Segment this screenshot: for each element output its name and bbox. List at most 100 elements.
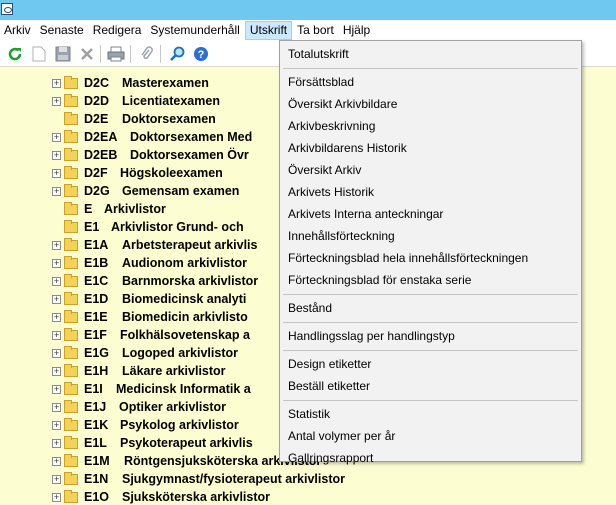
folder-icon — [64, 346, 78, 359]
tree-row-code: D2C — [84, 76, 110, 90]
folder-icon — [64, 418, 78, 431]
menu-item-beställ-etiketter[interactable]: Beställ etiketter — [288, 376, 370, 396]
menu-item-bestånd[interactable]: Bestånd — [288, 298, 332, 318]
new-document-icon[interactable] — [30, 45, 48, 63]
folder-icon — [64, 76, 78, 89]
attach-icon[interactable] — [138, 45, 156, 63]
menu-item-arkivets-historik[interactable]: Arkivets Historik — [288, 182, 374, 202]
tree-row-code: E1K — [84, 418, 109, 432]
folder-icon — [64, 256, 78, 269]
tree-row-code: D2EB — [84, 148, 118, 162]
menu-item-antal-volymer-per-år[interactable]: Antal volymer per år — [288, 426, 395, 446]
menu-item-arkivbeskrivning[interactable]: Arkivbeskrivning — [288, 116, 375, 136]
folder-icon — [64, 328, 78, 341]
menu-item-förteckningsblad-hela-innehållsförteckningen[interactable]: Förteckningsblad hela innehållsförteckni… — [288, 248, 528, 268]
folder-icon — [64, 202, 78, 215]
app-icon — [1, 3, 13, 15]
expand-icon[interactable]: + — [52, 79, 61, 88]
tree-row-code: D2G — [84, 184, 110, 198]
refresh-icon[interactable] — [6, 45, 24, 63]
menu-item-arkivets-interna-anteckningar[interactable]: Arkivets Interna anteckningar — [288, 204, 443, 224]
tree-row-label: Arkivlistor Grund- och — [111, 220, 244, 234]
save-icon[interactable] — [54, 45, 72, 63]
folder-icon — [64, 238, 78, 251]
tree-row-label: Läkare arkivlistor — [122, 364, 226, 378]
menu-ta-bort[interactable]: Ta bort — [293, 21, 338, 40]
menu-item-design-etiketter[interactable]: Design etiketter — [288, 354, 371, 374]
expand-icon[interactable]: + — [52, 385, 61, 394]
expand-icon[interactable]: + — [52, 349, 61, 358]
menu-item-statistik[interactable]: Statistik — [288, 404, 330, 424]
folder-icon — [64, 292, 78, 305]
tree-row-code: E1O — [84, 490, 110, 504]
menu-item-innehållsförteckning[interactable]: Innehållsförteckning — [288, 226, 395, 246]
menu-utskrift[interactable]: Utskrift — [244, 21, 293, 40]
expand-icon[interactable]: + — [52, 367, 61, 376]
menu-separator — [283, 294, 578, 295]
expand-icon[interactable]: + — [52, 475, 61, 484]
tree-row-code: D2EA — [84, 130, 118, 144]
expand-icon[interactable]: + — [52, 187, 61, 196]
help-icon[interactable]: ? — [192, 45, 210, 63]
tree-row-code: E — [84, 202, 93, 216]
tree-row-label: Doktorsexamen Med — [130, 130, 253, 144]
expand-icon[interactable]: + — [52, 421, 61, 430]
expand-icon[interactable]: + — [52, 241, 61, 250]
menu-hjälp[interactable]: Hjälp — [339, 21, 374, 40]
tree-row-label: Sjuksköterska arkivlistor — [122, 490, 270, 504]
delete-icon[interactable] — [78, 45, 96, 63]
tree-row-code: E1L — [84, 436, 107, 450]
search-icon[interactable] — [168, 45, 186, 63]
expand-icon[interactable]: + — [52, 97, 61, 106]
window-title-bar — [0, 0, 616, 20]
menu-redigera[interactable]: Redigera — [89, 21, 146, 40]
menu-item-gallringsrapport[interactable]: Gallringsrapport — [288, 448, 373, 468]
tree-row[interactable]: + E1N Sjukgymnast/fysioterapeut arkivlisto… — [0, 471, 616, 489]
tree-row-label: Logoped arkivlistor — [122, 346, 238, 360]
expand-icon[interactable]: + — [52, 151, 61, 160]
expand-icon[interactable]: + — [52, 277, 61, 286]
menu-item-handlingsslag-per-handlingstyp[interactable]: Handlingsslag per handlingstyp — [288, 326, 455, 346]
expand-icon[interactable]: + — [52, 133, 61, 142]
tree-row-code: E1N — [84, 472, 109, 486]
expand-icon[interactable]: + — [52, 439, 61, 448]
menu-item-arkivbildarens-historik[interactable]: Arkivbildarens Historik — [288, 138, 407, 158]
menu-arkiv[interactable]: Arkiv — [0, 21, 35, 40]
menu-item-totalutskrift[interactable]: Totalutskrift — [288, 44, 349, 64]
menu-item-försättsblad[interactable]: Försättsblad — [288, 72, 354, 92]
expand-icon[interactable]: + — [52, 259, 61, 268]
toolbar-separator — [100, 45, 101, 63]
tree-row-code: D2F — [84, 166, 108, 180]
tree-row-label: Psykoterapeut arkivlis — [120, 436, 253, 450]
expand-icon[interactable]: + — [52, 331, 61, 340]
menu-separator — [283, 68, 578, 69]
tree-row-label: Psykolog arkivlistor — [120, 418, 239, 432]
tree-row-code: E1D — [84, 292, 109, 306]
folder-icon — [64, 94, 78, 107]
menu-item-förteckningsblad-för-enstaka-serie[interactable]: Förteckningsblad för enstaka serie — [288, 270, 471, 290]
tree-row-code: E1G — [84, 346, 110, 360]
tree-row[interactable]: + E1O Sjuksköterska arkivlistor — [0, 489, 616, 505]
expand-icon[interactable]: + — [52, 295, 61, 304]
tree-row-code: D2D — [84, 94, 110, 108]
menu-senaste[interactable]: Senaste — [36, 21, 88, 40]
tree-row-label: Medicinsk Informatik a — [116, 382, 251, 396]
expand-icon[interactable]: + — [52, 457, 61, 466]
folder-icon — [64, 382, 78, 395]
tree-row-label: Gemensam examen — [122, 184, 240, 198]
expand-icon[interactable]: + — [52, 169, 61, 178]
expand-icon[interactable]: + — [52, 493, 61, 502]
utskrift-menu: Totalutskrift Försättsblad Översikt Arkivb… — [279, 40, 582, 465]
menu-separator — [283, 350, 578, 351]
print-icon[interactable] — [107, 45, 125, 63]
tree-row-code: E1I — [84, 382, 103, 396]
tree-row-code: E1E — [84, 310, 108, 324]
tree-row-label: Arbetsterapeut arkivlis — [122, 238, 258, 252]
menu-systemunderhåll[interactable]: Systemunderhåll — [146, 21, 243, 40]
expand-icon[interactable]: + — [52, 403, 61, 412]
expand-icon[interactable]: + — [52, 313, 61, 322]
menu-item-översikt-arkivbildare[interactable]: Översikt Arkivbildare — [288, 94, 397, 114]
menu-item-översikt-arkiv[interactable]: Översikt Arkiv — [288, 160, 361, 180]
tree-row-label: Audionom arkivlistor — [122, 256, 248, 270]
toolbar-separator — [130, 45, 131, 63]
